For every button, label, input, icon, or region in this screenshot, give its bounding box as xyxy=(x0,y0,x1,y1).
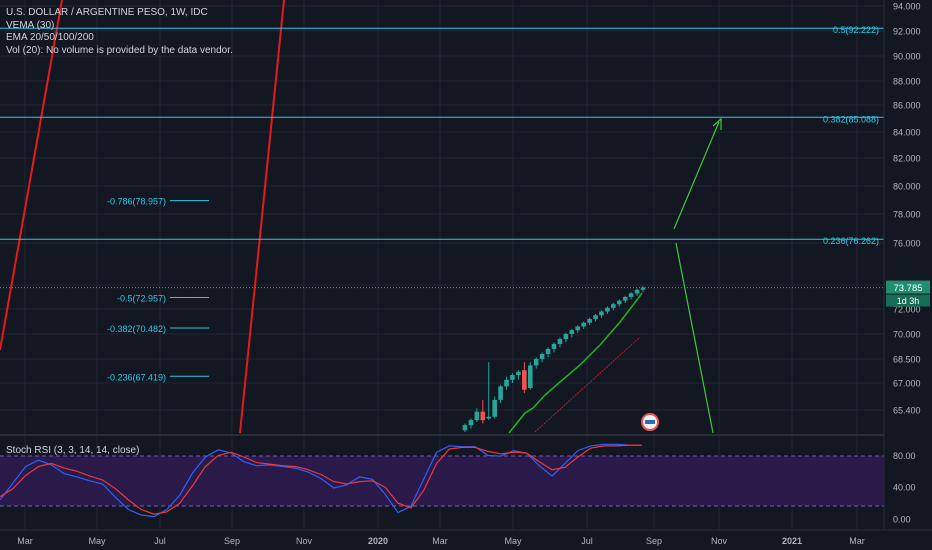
time-tick-5: 2020 xyxy=(368,536,388,546)
chart-canvas[interactable]: 0.5(92.222) 0.382(85.088) 0.236(76.262) -0.… xyxy=(0,0,932,550)
price-tick-15: 65.400 xyxy=(893,406,921,416)
fib-label-0: 0.5(92.222) xyxy=(833,25,879,35)
price-tick-8: 78.000 xyxy=(893,210,921,220)
candle-body-1[interactable] xyxy=(468,420,474,426)
time-tick-11: 2021 xyxy=(782,536,802,546)
time-tick-7: May xyxy=(504,536,522,546)
price-tick-4: 86.000 xyxy=(893,101,921,111)
candle-body-18[interactable] xyxy=(569,330,575,334)
candle-body-6[interactable] xyxy=(498,386,503,400)
candle-body-26[interactable] xyxy=(616,300,622,305)
price-tick-2: 90.000 xyxy=(893,52,921,62)
indicator-vema[interactable]: VEMA (30) xyxy=(6,20,233,33)
candle-body-12[interactable] xyxy=(533,359,539,366)
candle-body-30[interactable] xyxy=(640,287,646,290)
rsi-tick-1: 40.00 xyxy=(893,483,916,493)
candle-body-4[interactable] xyxy=(486,416,492,419)
chart-legend: U.S. DOLLAR / ARGENTINE PESO, 1W, IDC VE… xyxy=(6,7,233,57)
candle-body-8[interactable] xyxy=(510,375,515,380)
price-tick-7: 80.000 xyxy=(893,182,921,192)
candle-body-9[interactable] xyxy=(516,371,521,375)
fib-short-label-0: -0.786(78.957) xyxy=(107,197,166,207)
indicator-ema[interactable]: EMA 20/50/100/200 xyxy=(6,32,233,45)
fib-short-label-3: -0.236(67.419) xyxy=(107,372,166,382)
rsi-band xyxy=(0,456,884,506)
time-tick-8: Jul xyxy=(581,536,593,546)
price-tick-5: 84.000 xyxy=(893,128,921,138)
candle-body-17[interactable] xyxy=(563,334,569,339)
candle-body-21[interactable] xyxy=(587,319,592,323)
candle-body-29[interactable] xyxy=(634,289,640,294)
us-flag-event-icon-stripe xyxy=(645,420,655,424)
chart-window: 0.5(92.222) 0.382(85.088) 0.236(76.262) -0.… xyxy=(0,0,932,550)
candle-body-22[interactable] xyxy=(593,315,598,319)
candle-body-0[interactable] xyxy=(462,425,468,431)
candle-body-10[interactable] xyxy=(522,370,527,390)
candle-body-25[interactable] xyxy=(611,304,616,308)
time-tick-6: Mar xyxy=(432,536,448,546)
candle-body-11[interactable] xyxy=(527,365,533,389)
price-tick-13: 68.500 xyxy=(893,355,921,365)
projection-down-line[interactable] xyxy=(675,242,714,434)
candle-body-15[interactable] xyxy=(551,344,557,349)
stoch-rsi-title[interactable]: Stoch RSI (3, 3, 14, 14, close) xyxy=(6,445,139,456)
projection-up-arrow[interactable] xyxy=(673,121,720,230)
time-tick-9: Sep xyxy=(646,536,662,546)
candle-body-5[interactable] xyxy=(492,399,497,417)
time-tick-10: Nov xyxy=(711,536,728,546)
time-tick-4: Nov xyxy=(296,536,313,546)
price-tick-12: 70.000 xyxy=(893,330,921,340)
candle-body-20[interactable] xyxy=(581,322,586,327)
candle-body-16[interactable] xyxy=(557,339,563,344)
fib-short-label-2: -0.382(70.482) xyxy=(107,324,166,334)
candle-body-24[interactable] xyxy=(605,307,610,312)
trend-line-red-2[interactable] xyxy=(239,0,285,434)
candle-body-27[interactable] xyxy=(622,297,628,301)
time-tick-2: Jul xyxy=(154,536,166,546)
rsi-tick-0: 80.00 xyxy=(893,451,916,461)
time-tick-0: Mar xyxy=(17,536,33,546)
rsi-tick-2: 0.00 xyxy=(893,515,911,525)
price-tick-14: 67.000 xyxy=(893,379,921,389)
projection-up-arrowhead xyxy=(712,117,722,130)
fib-label-2: 0.236(76.262) xyxy=(823,236,879,246)
candle-body-3[interactable] xyxy=(480,411,486,421)
current-price-value: 73.785 xyxy=(893,283,922,294)
fib-label-1: 0.382(85.088) xyxy=(823,114,879,124)
fib-short-label-1: -0.5(72.957) xyxy=(117,294,166,304)
ema-line[interactable] xyxy=(508,292,643,434)
price-tick-1: 92.000 xyxy=(893,27,921,37)
price-tick-3: 88.000 xyxy=(893,77,921,87)
time-tick-12: Mar xyxy=(849,536,865,546)
candle-body-14[interactable] xyxy=(545,349,551,354)
candle-body-7[interactable] xyxy=(504,379,509,387)
time-tick-1: May xyxy=(88,536,106,546)
candle-body-2[interactable] xyxy=(474,411,480,421)
candle-body-28[interactable] xyxy=(628,293,634,297)
price-tick-9: 76.000 xyxy=(893,239,921,249)
candle-body-19[interactable] xyxy=(575,326,581,331)
countdown-value: 1d 3h xyxy=(897,296,920,306)
candle-body-23[interactable] xyxy=(599,311,604,316)
indicator-volume: Vol (20): No volume is provided by the d… xyxy=(6,44,233,56)
time-tick-3: Sep xyxy=(224,536,240,546)
candle-body-13[interactable] xyxy=(539,354,545,359)
price-tick-0: 94.000 xyxy=(893,2,921,12)
price-tick-6: 82.000 xyxy=(893,154,921,164)
symbol-title[interactable]: U.S. DOLLAR / ARGENTINE PESO, 1W, IDC xyxy=(6,7,233,20)
